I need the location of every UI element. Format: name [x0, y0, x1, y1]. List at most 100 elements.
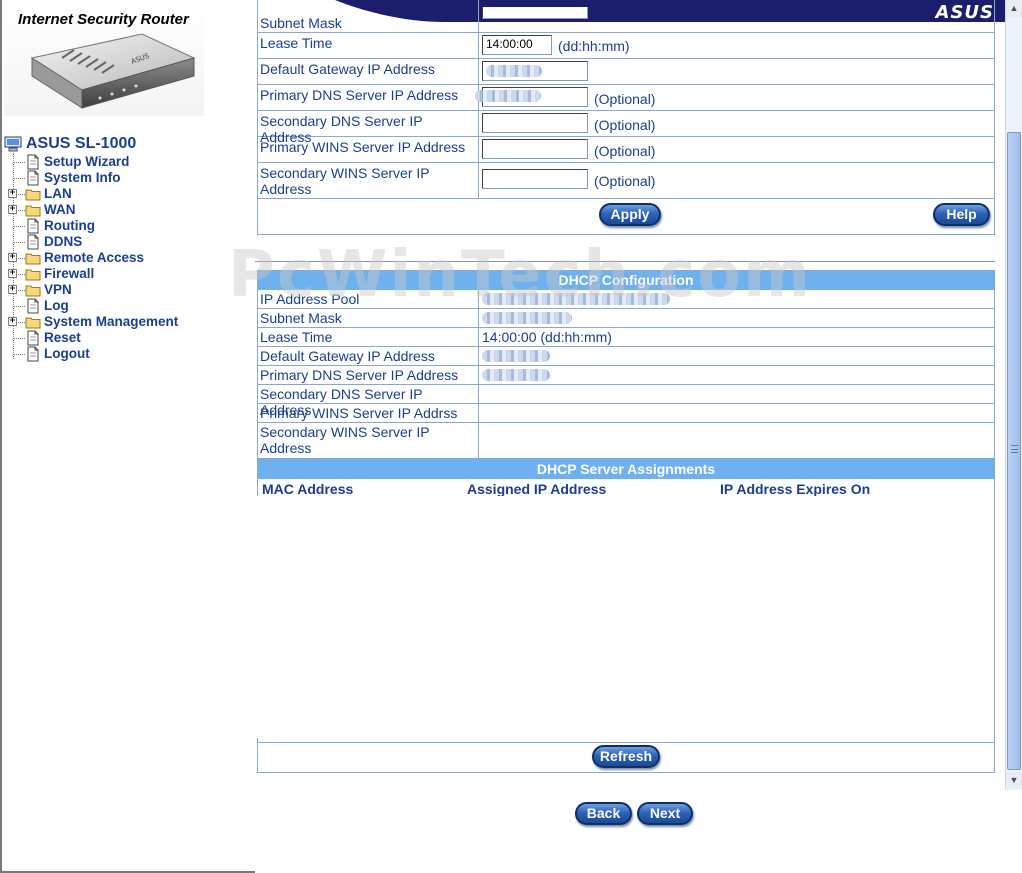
field-label: Secondary WINS Server IP Address	[258, 423, 479, 458]
primary-wins-input[interactable]	[482, 139, 588, 159]
table-divider	[258, 742, 994, 743]
expand-plus-icon[interactable]: +	[8, 253, 17, 262]
vertical-scrollbar[interactable]: ▲ ▼	[1005, 0, 1022, 790]
config-row-primary-dns: Primary DNS Server IP Address	[258, 366, 994, 385]
sidebar-item-system-management[interactable]: + System Management	[4, 314, 244, 330]
secondary-dns-input[interactable]	[482, 113, 588, 133]
secondary-wins-input[interactable]	[482, 169, 588, 189]
gateway-ip-input[interactable]	[482, 61, 588, 81]
field-label: Primary DNS Server IP Address	[258, 85, 479, 110]
dhcp-settings-form: Subnet Mask Lease Time 14:00:00 (dd:hh:m…	[257, 0, 995, 235]
nav-root-label: ASUS SL-1000	[26, 135, 137, 152]
form-row-subnet-mask: Subnet Mask	[258, 0, 994, 33]
column-header-mac: MAC Address	[262, 481, 354, 497]
sidebar-item-logout[interactable]: Logout	[4, 346, 244, 362]
field-label: Subnet Mask	[258, 0, 479, 32]
sidebar-item-remote-access[interactable]: + Remote Access	[4, 250, 244, 266]
dhcp-assignments-list[interactable]	[255, 496, 871, 738]
left-nav-frame: Internet Security Router ASUS ASUS SL-10…	[0, 0, 255, 873]
optional-hint: (Optional)	[594, 91, 656, 107]
redacted-value	[482, 293, 670, 305]
redacted-value	[482, 312, 572, 324]
lease-time-value: 14:00:00 (dd:hh:mm)	[482, 329, 612, 345]
config-row-ip-pool: IP Address Pool	[258, 290, 994, 309]
product-logo-panel: Internet Security Router ASUS	[4, 2, 204, 116]
field-value	[480, 290, 994, 308]
field-value: (Optional)	[475, 85, 994, 110]
sidebar-item-label: LAN	[44, 186, 72, 201]
help-button[interactable]: Help	[933, 203, 990, 226]
sidebar-item-label: Firewall	[44, 266, 95, 281]
folder-icon	[25, 205, 41, 217]
subnet-mask-input[interactable]	[482, 7, 588, 19]
sidebar-item-system-info[interactable]: System Info	[4, 170, 244, 186]
field-label: Default Gateway IP Address	[258, 59, 479, 84]
folder-icon	[25, 269, 41, 281]
sidebar-item-firewall[interactable]: + Firewall	[4, 266, 244, 282]
document-icon	[27, 234, 39, 250]
section-divider	[255, 261, 995, 262]
tree-connector	[13, 242, 25, 243]
redacted-value	[482, 350, 550, 362]
sidebar-item-lan[interactable]: + LAN	[4, 186, 244, 202]
field-label: Subnet Mask	[258, 309, 479, 327]
main-content: Subnet Mask Lease Time 14:00:00 (dd:hh:m…	[255, 0, 1005, 873]
config-row-secondary-dns: Secondary DNS Server IP Address	[258, 385, 994, 418]
sidebar-item-label: Setup Wizard	[44, 154, 130, 169]
field-label: Primary WINS Server IP Address	[258, 137, 479, 162]
sidebar-item-routing[interactable]: Routing	[4, 218, 244, 234]
field-value	[480, 59, 994, 84]
sidebar-item-label: Logout	[44, 346, 90, 361]
field-label: Primary WINS Server IP Addrss	[258, 404, 479, 422]
optional-hint: (Optional)	[594, 143, 656, 159]
next-button[interactable]: Next	[637, 802, 693, 825]
lease-time-hint: (dd:hh:mm)	[558, 38, 630, 54]
sidebar-item-label: WAN	[44, 202, 76, 217]
field-value	[480, 309, 994, 327]
optional-hint: (Optional)	[594, 173, 656, 189]
redacted-value	[475, 90, 541, 102]
expand-plus-icon[interactable]: +	[8, 205, 17, 214]
scroll-thumb[interactable]	[1007, 132, 1021, 770]
apply-button[interactable]: Apply	[599, 203, 661, 226]
nav-root-device[interactable]: ASUS SL-1000	[4, 135, 136, 153]
config-row-gateway: Default Gateway IP Address	[258, 347, 994, 366]
sidebar-item-label: System Management	[44, 314, 179, 329]
config-row-lease: Lease Time 14:00:00 (dd:hh:mm)	[258, 328, 994, 347]
sidebar-item-label: Reset	[44, 330, 81, 345]
sidebar-item-setup-wizard[interactable]: Setup Wizard	[4, 154, 244, 170]
config-row-secondary-wins: Secondary WINS Server IP Address	[258, 423, 994, 459]
config-row-subnet: Subnet Mask	[258, 309, 994, 328]
sidebar-item-wan[interactable]: + WAN	[4, 202, 244, 218]
column-header-assigned-ip: Assigned IP Address	[467, 481, 607, 497]
refresh-button[interactable]: Refresh	[592, 745, 660, 768]
sidebar-item-vpn[interactable]: + VPN	[4, 282, 244, 298]
lease-time-input[interactable]: 14:00:00	[482, 35, 552, 55]
form-row-primary-wins: Primary WINS Server IP Address (Optional…	[258, 137, 994, 163]
expand-plus-icon[interactable]: +	[8, 285, 17, 294]
sidebar-item-log[interactable]: Log	[4, 298, 244, 314]
field-label: Lease Time	[258, 33, 479, 58]
folder-icon	[25, 189, 41, 201]
expand-plus-icon[interactable]: +	[8, 189, 17, 198]
field-value: 14:00:00 (dd:hh:mm)	[480, 33, 994, 58]
expand-plus-icon[interactable]: +	[8, 317, 17, 326]
sidebar-item-label: Log	[44, 298, 69, 313]
sidebar-item-reset[interactable]: Reset	[4, 330, 244, 346]
sidebar-item-ddns[interactable]: DDNS	[4, 234, 244, 250]
sidebar-item-label: Remote Access	[44, 250, 145, 265]
form-row-lease-time: Lease Time 14:00:00 (dd:hh:mm)	[258, 33, 994, 59]
scroll-down-arrow-icon[interactable]: ▼	[1006, 772, 1022, 789]
field-label: Primary DNS Server IP Address	[258, 366, 479, 384]
field-value	[480, 347, 994, 365]
scroll-up-arrow-icon[interactable]: ▲	[1006, 0, 1022, 17]
form-row-secondary-wins: Secondary WINS Server IP Address (Option…	[258, 163, 994, 199]
primary-dns-input[interactable]	[475, 87, 588, 107]
back-button[interactable]: Back	[575, 802, 632, 825]
dhcp-configuration-header: DHCP Configuration	[258, 271, 994, 290]
tree-connector	[13, 306, 25, 307]
form-row-primary-dns: Primary DNS Server IP Address (Optional)	[258, 85, 994, 111]
field-value: (Optional)	[480, 111, 994, 136]
expand-plus-icon[interactable]: +	[8, 269, 17, 278]
product-title: Internet Security Router	[18, 11, 189, 28]
